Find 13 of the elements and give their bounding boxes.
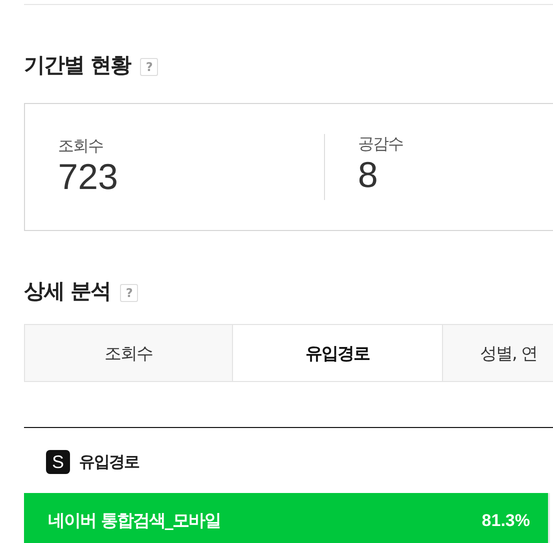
tab[interactable]: 성별, 연 (442, 324, 553, 382)
section-title: 기간별 현황 (24, 52, 130, 79)
stat-label: 조회수 (58, 136, 104, 156)
stat-value: 723 (58, 156, 120, 198)
stat-label: 공감수 (358, 134, 404, 154)
source-name: 네이버 통합검색_모바일 (48, 510, 220, 532)
tab[interactable]: 조회수 (24, 324, 233, 382)
source-share: 81.3% (482, 510, 530, 530)
section-title: 상세 분석 (24, 278, 110, 305)
source-title: 유입경로 (79, 452, 139, 472)
stat-value: 8 (358, 154, 379, 196)
tab[interactable]: 유입경로 (233, 324, 442, 382)
source-badge-icon: S (46, 450, 70, 474)
